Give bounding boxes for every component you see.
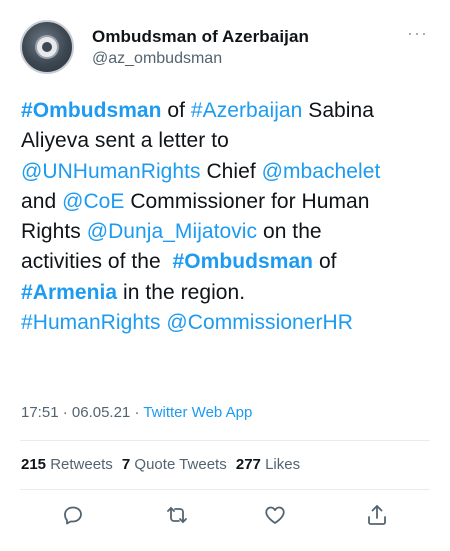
tweet-stats: 215 Retweets 7 Quote Tweets 277 Likes: [21, 456, 305, 473]
retweets-stat[interactable]: 215 Retweets: [21, 456, 113, 473]
hashtag-link[interactable]: #Armenia: [21, 281, 117, 304]
tweet-text-line: #HumanRights @CommissionerHR: [21, 308, 431, 338]
hashtag-link[interactable]: #HumanRights: [21, 311, 161, 334]
divider: [20, 440, 430, 441]
retweets-label: Retweets: [50, 456, 113, 473]
quotes-label: Quote Tweets: [134, 456, 227, 473]
tweet-text-segment: of: [161, 99, 191, 122]
retweets-count: 215: [21, 456, 47, 473]
tweet-text-line: @UNHumanRights Chief @mbachelet: [21, 157, 431, 187]
tweet-text-segment: Aliyeva sent a letter to: [21, 129, 229, 153]
quotes-count: 7: [121, 456, 131, 473]
tweet-text-line: Rights @Dunja_Mijatovic on the: [21, 217, 431, 247]
share-icon[interactable]: [362, 500, 392, 530]
mention-link[interactable]: @Dunja_Mijatovic: [87, 220, 257, 243]
quotes-stat[interactable]: 7 Quote Tweets: [122, 456, 227, 473]
tweet-text-line: Aliyeva sent a letter to: [21, 126, 431, 156]
retweet-icon[interactable]: [162, 500, 192, 530]
tweet-text-segment: of: [313, 250, 337, 274]
hashtag-link[interactable]: #Ombudsman: [173, 250, 314, 273]
tweet-date[interactable]: 06.05.21: [72, 404, 130, 421]
tweet-text-line: and @CoE Commissioner for Human: [21, 187, 431, 217]
tweet-source-app[interactable]: Twitter Web App: [143, 404, 252, 421]
reply-icon[interactable]: [58, 500, 88, 530]
author-display-name[interactable]: Ombudsman of Azerbaijan: [92, 26, 309, 47]
mention-link[interactable]: @CommissionerHR: [166, 311, 353, 334]
meta-separator: ·: [58, 404, 72, 421]
mention-link[interactable]: @CoE: [62, 190, 124, 213]
hashtag-link[interactable]: #Ombudsman: [21, 99, 162, 122]
tweet-text-segment: and: [21, 189, 63, 213]
tweet-header: Ombudsman of Azerbaijan @az_ombudsman ··…: [20, 18, 430, 76]
meta-separator: ·: [130, 404, 144, 421]
tweet-meta: 17:51 · 06.05.21 · Twitter Web App: [21, 404, 252, 421]
emblem-icon: [35, 35, 59, 59]
author-handle[interactable]: @az_ombudsman: [92, 48, 309, 70]
more-options-icon[interactable]: ···: [407, 24, 428, 42]
author-block: Ombudsman of Azerbaijan @az_ombudsman: [92, 26, 309, 70]
tweet-text-segment: activities of the: [21, 250, 173, 274]
tweet-text-line: #Armenia in the region.: [21, 278, 431, 308]
tweet-text-line: activities of the #Ombudsman of: [21, 247, 431, 277]
mention-link[interactable]: @UNHumanRights: [21, 160, 201, 183]
likes-stat[interactable]: 277 Likes: [236, 456, 300, 473]
tweet-text-segment: Sabina: [302, 99, 374, 122]
tweet-text-segment: on the: [257, 220, 322, 244]
tweet-time[interactable]: 17:51: [21, 404, 59, 421]
mention-link[interactable]: @mbachelet: [262, 160, 381, 183]
hashtag-link[interactable]: #Azerbaijan: [191, 99, 302, 122]
tweet-text-segment: Commissioner for Human: [124, 189, 370, 213]
tweet-text-segment: Rights: [21, 220, 87, 244]
likes-count: 277: [235, 456, 261, 473]
avatar[interactable]: [20, 20, 74, 74]
likes-label: Likes: [265, 456, 301, 473]
tweet-text-segment: Chief: [200, 159, 262, 183]
action-bar: [20, 500, 430, 530]
tweet-text: #Ombudsman of #Azerbaijan Sabina Aliyeva …: [21, 96, 431, 338]
divider: [20, 489, 430, 490]
tweet-card: Ombudsman of Azerbaijan @az_ombudsman ··…: [0, 0, 450, 551]
tweet-text-line: #Ombudsman of #Azerbaijan Sabina: [21, 96, 431, 126]
like-icon[interactable]: [260, 500, 290, 530]
tweet-text-segment: in the region.: [117, 280, 246, 304]
